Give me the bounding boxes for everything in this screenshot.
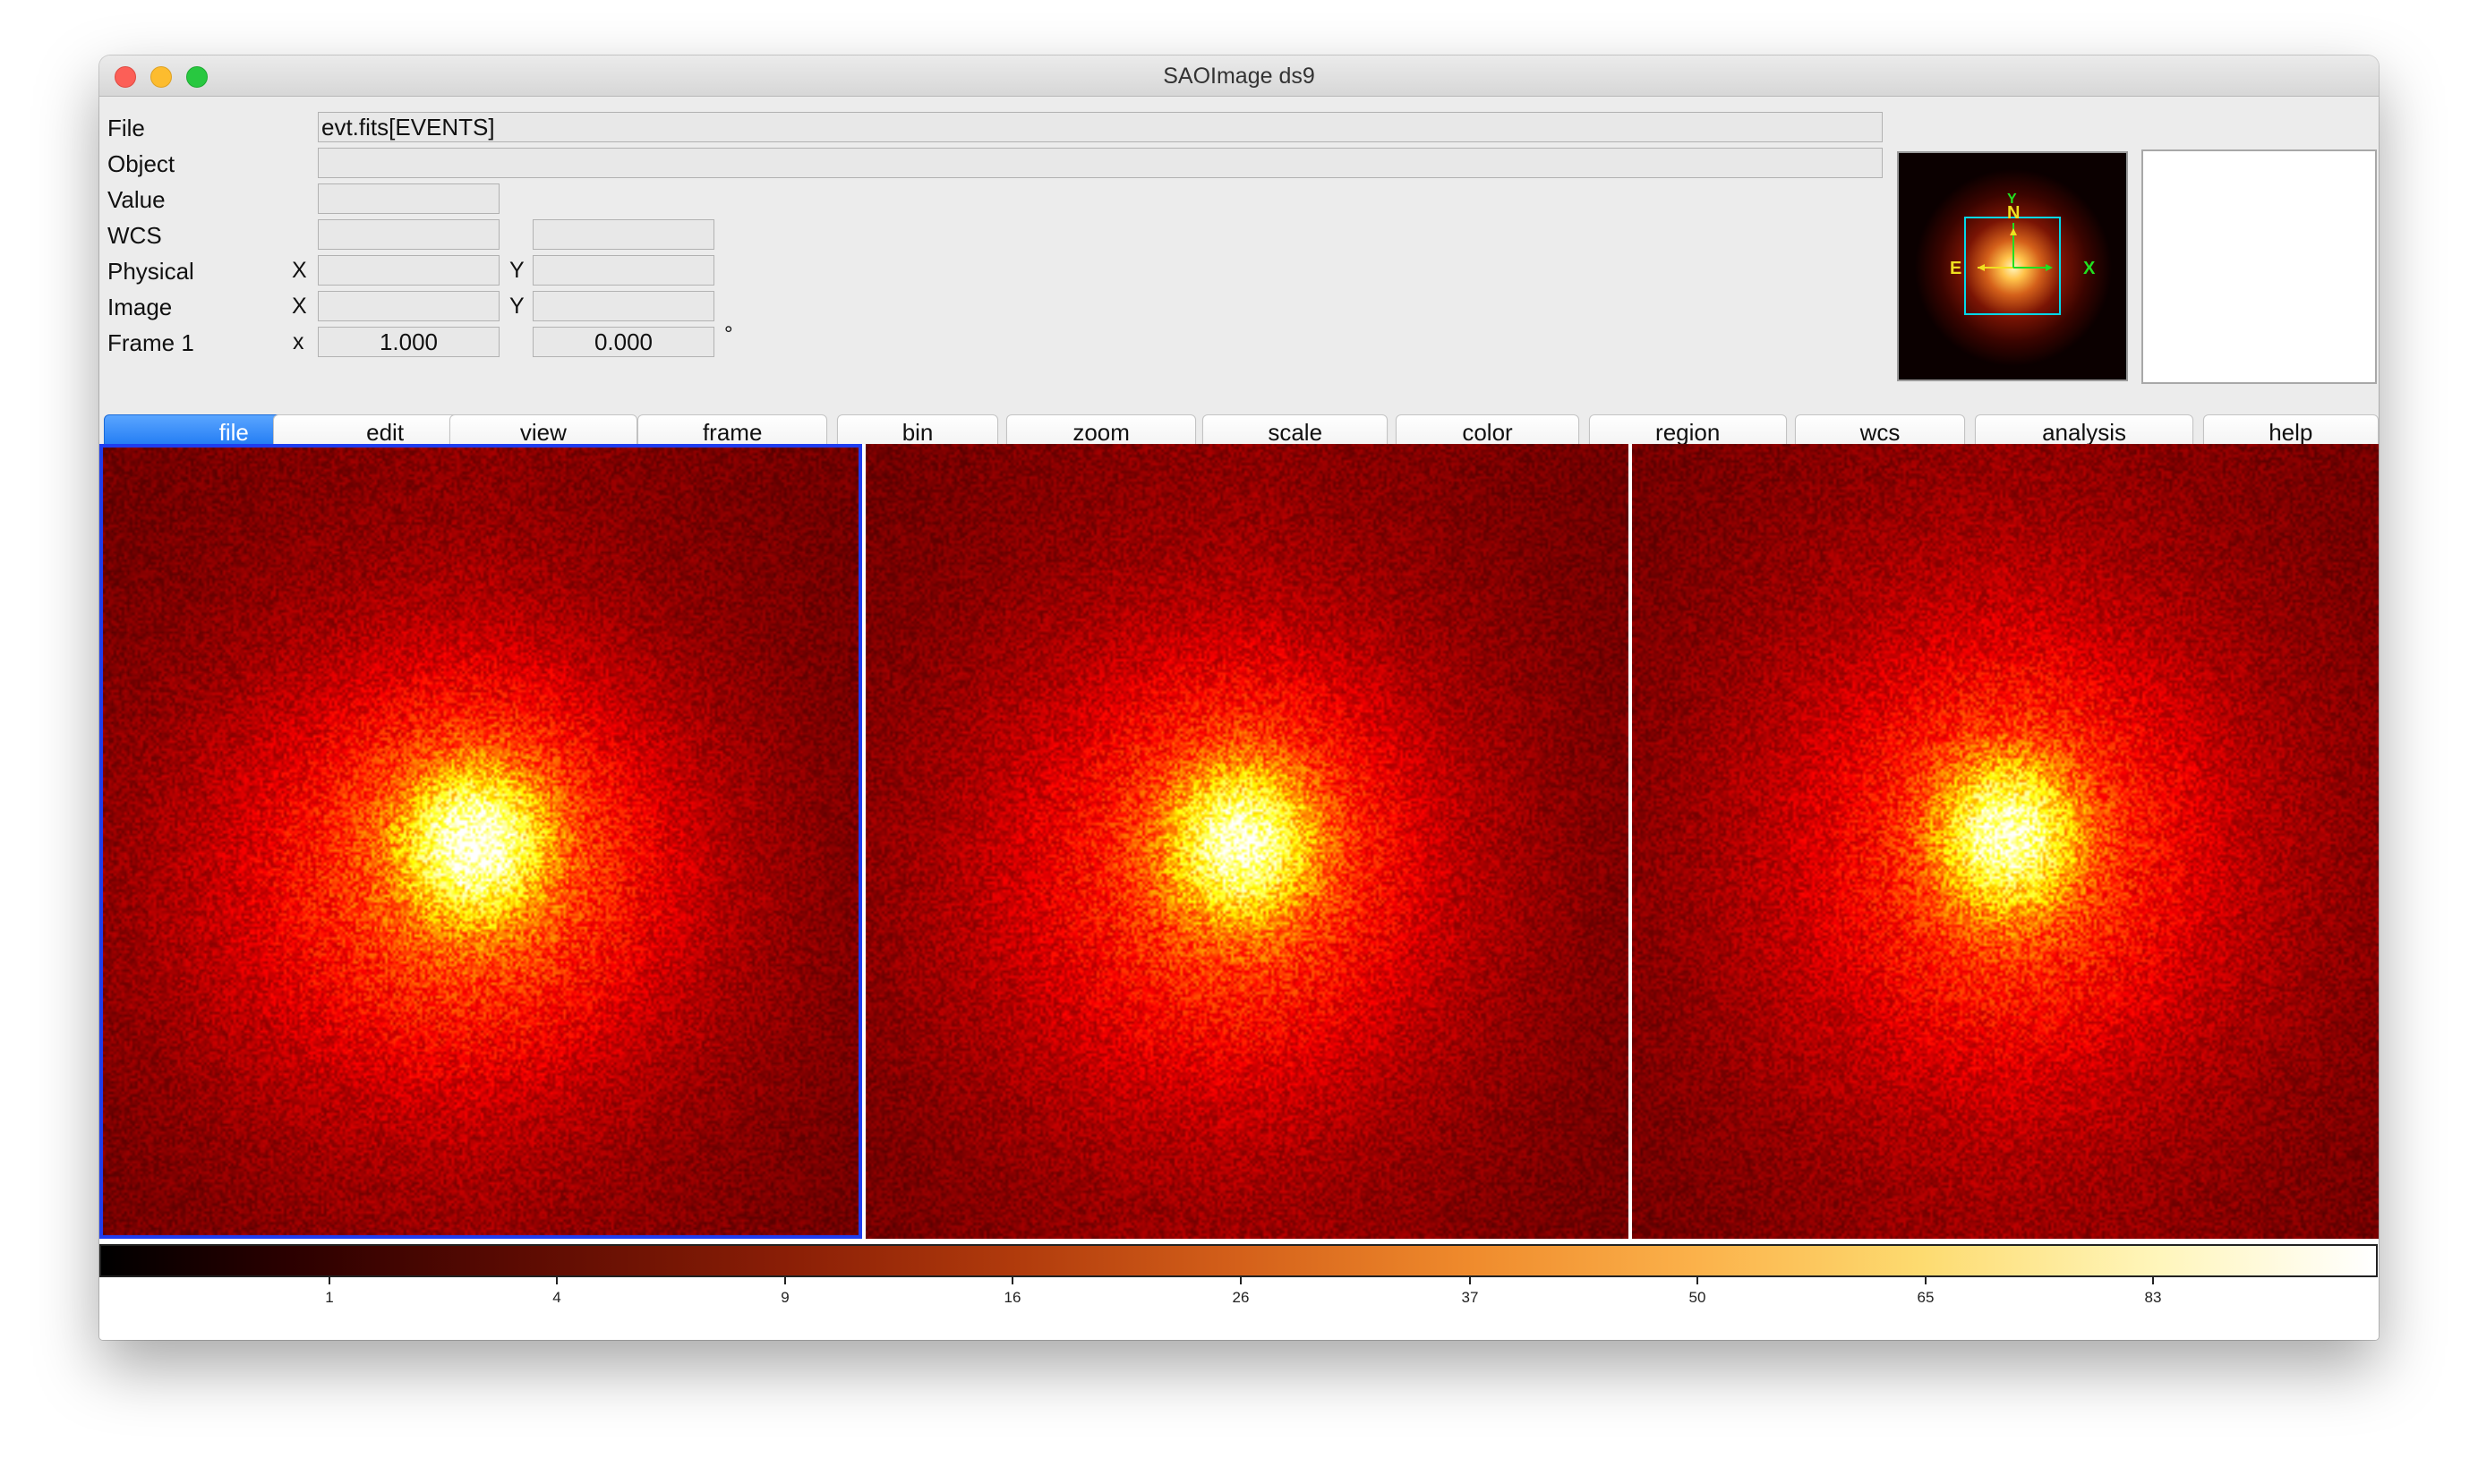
colorbar-tick-label: 37: [1462, 1289, 1479, 1307]
window-title: SAOImage ds9: [99, 64, 2379, 90]
panner-view: E N X Y: [1899, 153, 2126, 380]
colorbar-tick: [1240, 1277, 1242, 1284]
colorbar-tick: [1925, 1277, 1927, 1284]
colorbar-tick-label: 1: [325, 1289, 333, 1307]
panner[interactable]: E N X Y: [1897, 151, 2128, 381]
image-y-label: Y: [509, 294, 525, 320]
colorbar-tick: [784, 1277, 786, 1284]
frame-2[interactable]: [866, 444, 1628, 1239]
colorbar-tick-label: 9: [781, 1289, 789, 1307]
colorbar-tick: [1012, 1277, 1013, 1284]
physical-x-label: X: [292, 258, 307, 284]
object-label: Object: [107, 150, 175, 178]
file-field: evt.fits[EVENTS]: [318, 112, 1883, 142]
colorbar-tick: [1469, 1277, 1471, 1284]
colorbar-tick: [1696, 1277, 1698, 1284]
object-field: [318, 148, 1883, 178]
colorbar-tick: [2152, 1277, 2154, 1284]
frame-1-image[interactable]: [103, 448, 859, 1235]
image-x-label: X: [292, 294, 307, 320]
file-label: File: [107, 115, 145, 142]
colorbar-tick-label: 65: [1918, 1289, 1935, 1307]
image-x-field: [318, 291, 500, 321]
physical-x-field: [318, 255, 500, 286]
frame-x-label: x: [293, 329, 304, 355]
colorbar-tick: [329, 1277, 330, 1284]
colorbar-tick-label: 4: [552, 1289, 560, 1307]
value-label: Value: [107, 186, 166, 214]
colorbar-tick-label: 50: [1689, 1289, 1706, 1307]
image-y-field: [533, 291, 714, 321]
frames-area: [99, 444, 2379, 1239]
physical-y-field: [533, 255, 714, 286]
colorbar-tick-label: 26: [1233, 1289, 1250, 1307]
value-field: [318, 183, 500, 214]
degree-symbol: °: [724, 322, 733, 347]
frame-3-image[interactable]: [1632, 444, 2379, 1239]
wcs-label: WCS: [107, 222, 162, 250]
physical-label: Physical: [107, 258, 194, 286]
magnifier: [2141, 149, 2377, 384]
frame-3[interactable]: [1632, 444, 2379, 1239]
image-label: Image: [107, 294, 172, 321]
colorbar-tick-label: 83: [2145, 1289, 2162, 1307]
colorbar-panel: 1 4 9 16 26 37 50 65 83: [99, 1239, 2379, 1340]
wcs-field-2: [533, 219, 714, 250]
compass-e-label: E: [1950, 259, 1961, 278]
wcs-field-1: [318, 219, 500, 250]
compass-y-label: Y: [2007, 192, 2017, 207]
info-panel: File evt.fits[EVENTS] Object Value WCS P…: [99, 97, 2379, 408]
compass-x-label: X: [2083, 259, 2096, 278]
angle-field: 0.000: [533, 327, 714, 357]
title-bar[interactable]: SAOImage ds9: [99, 55, 2379, 97]
frame-2-image[interactable]: [866, 444, 1628, 1239]
frame-1[interactable]: [99, 444, 862, 1239]
colorbar[interactable]: [99, 1244, 2378, 1277]
frame-label: Frame 1: [107, 329, 194, 357]
colorbar-tick: [556, 1277, 558, 1284]
physical-y-label: Y: [509, 258, 525, 284]
zoom-field: 1.000: [318, 327, 500, 357]
ds9-window: SAOImage ds9 File evt.fits[EVENTS] Objec…: [99, 55, 2379, 1340]
colorbar-tick-label: 16: [1004, 1289, 1021, 1307]
